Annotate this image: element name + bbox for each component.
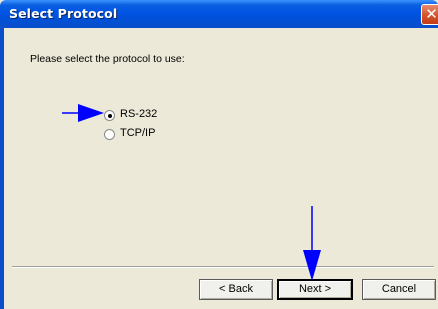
close-button[interactable]: ✕ <box>421 4 438 25</box>
window-title: Select Protocol <box>9 6 118 21</box>
cancel-button[interactable]: Cancel <box>362 279 436 300</box>
protocol-prompt: Please select the protocol to use: <box>30 53 185 65</box>
next-button[interactable]: Next > <box>277 279 353 300</box>
close-icon: ✕ <box>425 5 438 23</box>
radio-rs232[interactable] <box>104 110 115 121</box>
button-separator <box>12 266 434 268</box>
radio-label-rs232[interactable]: RS-232 <box>120 108 157 120</box>
back-button[interactable]: < Back <box>199 279 273 300</box>
radio-tcpip[interactable] <box>104 129 115 140</box>
radio-label-tcpip[interactable]: TCP/IP <box>120 127 155 139</box>
title-bar: Select Protocol ✕ <box>0 0 438 28</box>
